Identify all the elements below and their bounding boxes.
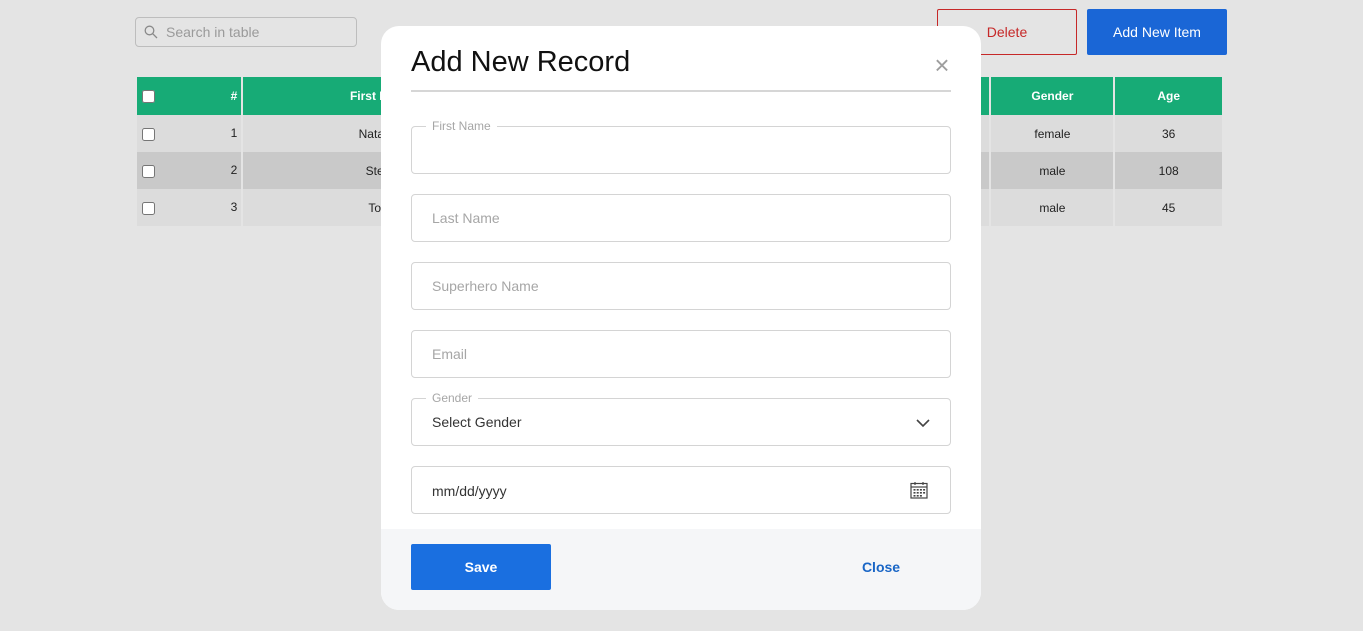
last-name-field[interactable] [411, 194, 951, 242]
first-name-field[interactable]: First Name [411, 119, 951, 174]
email-input[interactable] [412, 331, 950, 377]
search-input[interactable] [166, 19, 346, 45]
header-age[interactable]: Age [1115, 77, 1222, 115]
header-select-cell: # [137, 77, 242, 115]
row-select-cell: 1 [137, 115, 242, 152]
title-divider [411, 90, 951, 92]
cell-gender: female [991, 115, 1114, 152]
cell-gender: male [991, 189, 1114, 226]
header-gender[interactable]: Gender [991, 77, 1114, 115]
gender-label: Gender [426, 391, 479, 405]
first-name-input[interactable] [412, 127, 950, 173]
row-select-cell: 2 [137, 152, 242, 189]
row-index: 2 [230, 163, 238, 178]
gender-select[interactable]: Gender Select Gender [411, 391, 951, 446]
select-all-checkbox[interactable] [142, 90, 155, 104]
superhero-name-input[interactable] [412, 263, 950, 309]
cell-age: 108 [1115, 152, 1222, 189]
close-button[interactable]: Close [831, 544, 931, 590]
last-name-input[interactable] [412, 195, 950, 241]
date-value: mm/dd/yyyy [432, 483, 507, 499]
modal-title: Add New Record [411, 46, 631, 78]
add-record-modal: Add New Record × First Name Gender Selec… [381, 26, 981, 610]
save-button[interactable]: Save [411, 544, 551, 590]
email-field[interactable] [411, 330, 951, 378]
row-checkbox[interactable] [142, 201, 155, 215]
gender-selected-value: Select Gender [432, 414, 522, 430]
first-name-label: First Name [426, 119, 497, 133]
row-index: 3 [230, 200, 238, 215]
modal-footer: Save Close [381, 529, 981, 610]
add-new-item-button[interactable]: Add New Item [1087, 9, 1227, 55]
superhero-name-field[interactable] [411, 262, 951, 310]
row-checkbox[interactable] [142, 164, 155, 178]
cell-age: 36 [1115, 115, 1222, 152]
cell-age: 45 [1115, 189, 1222, 226]
row-index: 1 [230, 126, 238, 141]
cell-gender: male [991, 152, 1114, 189]
page: Delete Add New Item # First Name Gender … [0, 0, 1363, 631]
chevron-down-icon [916, 419, 930, 428]
search-box[interactable] [135, 17, 357, 47]
row-select-cell: 3 [137, 189, 242, 226]
close-icon[interactable]: × [929, 52, 955, 78]
header-index: # [230, 88, 238, 103]
date-field[interactable]: mm/dd/yyyy [411, 466, 951, 514]
calendar-icon[interactable] [910, 481, 928, 499]
row-checkbox[interactable] [142, 127, 155, 141]
search-icon [144, 25, 158, 39]
